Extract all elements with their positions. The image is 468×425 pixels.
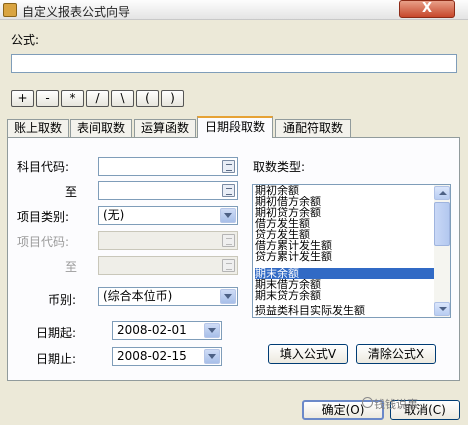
tab-date-range-fetch[interactable]: 日期段取数 [197,116,273,138]
currency-select[interactable]: (综合本位币) [98,287,238,306]
list-item[interactable]: 期末贷方余额 [255,290,434,301]
item-category-value: (无) [103,208,125,222]
tab-functions[interactable]: 运算函数 [134,119,196,137]
item-code-label: 项目代码: [17,235,70,249]
scrollbar-thumb[interactable] [434,202,450,246]
account-to-label: 至 [65,185,78,199]
start-date-value: 2008-02-01 [117,323,187,337]
list-item[interactable]: 期末借方余额 [255,279,434,290]
list-item[interactable]: 借方发生额 [255,218,434,229]
end-date-picker[interactable]: 2008-02-15 [112,347,222,366]
chevron-down-icon[interactable] [220,289,236,304]
list-item[interactable]: 期初借方余额 [255,196,434,207]
start-date-picker[interactable]: 2008-02-01 [112,321,222,340]
scroll-down-arrow-icon[interactable] [434,302,450,316]
list-scrollbar[interactable] [434,185,450,317]
picker-icon[interactable] [222,160,235,173]
window-title: 自定义报表公式向导 [22,5,131,19]
chevron-down-icon[interactable] [204,349,220,364]
formula-input[interactable] [11,54,457,73]
fetch-type-label: 取数类型: [253,160,306,174]
currency-value: (综合本位币) [103,289,173,303]
item-to-label: 至 [65,260,78,274]
list-item[interactable]: 期初贷方余额 [255,207,434,218]
end-date-label: 日期止: [36,352,77,366]
list-item-selected[interactable]: 期末余额 [255,268,434,279]
formula-wizard-window: 自定义报表公式向导 X 公式: + - * / \ ( ) 账上取数 表间取数 … [0,0,468,425]
start-date-label: 日期起: [36,326,77,340]
tab-wildcard-fetch[interactable]: 通配符取数 [275,119,351,137]
account-code-from-field[interactable] [98,157,238,176]
currency-label: 币别: [48,293,77,307]
app-icon [3,3,17,17]
divide-button[interactable]: / [86,90,109,107]
plus-button[interactable]: + [11,90,34,107]
tab-table-fetch[interactable]: 表间取数 [70,119,132,137]
insert-formula-button[interactable]: 填入公式V [268,344,348,364]
backslash-button[interactable]: \ [111,90,134,107]
watermark-icon [362,397,373,408]
close-paren-button[interactable]: ) [161,90,184,107]
scroll-up-arrow-icon[interactable] [434,186,450,200]
picker-icon[interactable] [222,234,235,247]
list-item[interactable]: 贷方发生额 [255,229,434,240]
list-item[interactable]: 贷方累计发生额 [255,251,434,262]
close-button[interactable]: X [399,0,455,18]
picker-icon[interactable] [222,259,235,272]
fetch-type-list[interactable]: 期初余额 期初借方余额 期初贷方余额 借方发生额 贷方发生额 借方累计发生额 贷… [252,184,451,318]
end-date-value: 2008-02-15 [117,349,187,363]
item-category-select[interactable]: (无) [98,206,238,225]
chevron-down-icon[interactable] [204,323,220,338]
picker-icon[interactable] [222,184,235,197]
watermark-text: 钱钱说事 [374,398,418,411]
item-category-label: 项目类别: [17,210,70,224]
title-bar[interactable]: 自定义报表公式向导 X [0,0,468,20]
chevron-down-icon[interactable] [220,208,236,223]
clear-formula-button[interactable]: 清除公式X [356,344,436,364]
item-code-to-field[interactable] [98,256,238,275]
list-item[interactable]: 损益类科目实际发生额 [255,305,434,316]
account-code-to-field[interactable] [98,181,238,200]
list-item[interactable]: 期初余额 [255,185,434,196]
formula-label: 公式: [11,33,40,47]
item-code-from-field[interactable] [98,231,238,250]
minus-button[interactable]: - [36,90,59,107]
tab-account-fetch[interactable]: 账上取数 [7,119,69,137]
multiply-button[interactable]: * [61,90,84,107]
list-item[interactable]: 借方累计发生额 [255,240,434,251]
open-paren-button[interactable]: ( [136,90,159,107]
account-code-label: 科目代码: [17,160,70,174]
